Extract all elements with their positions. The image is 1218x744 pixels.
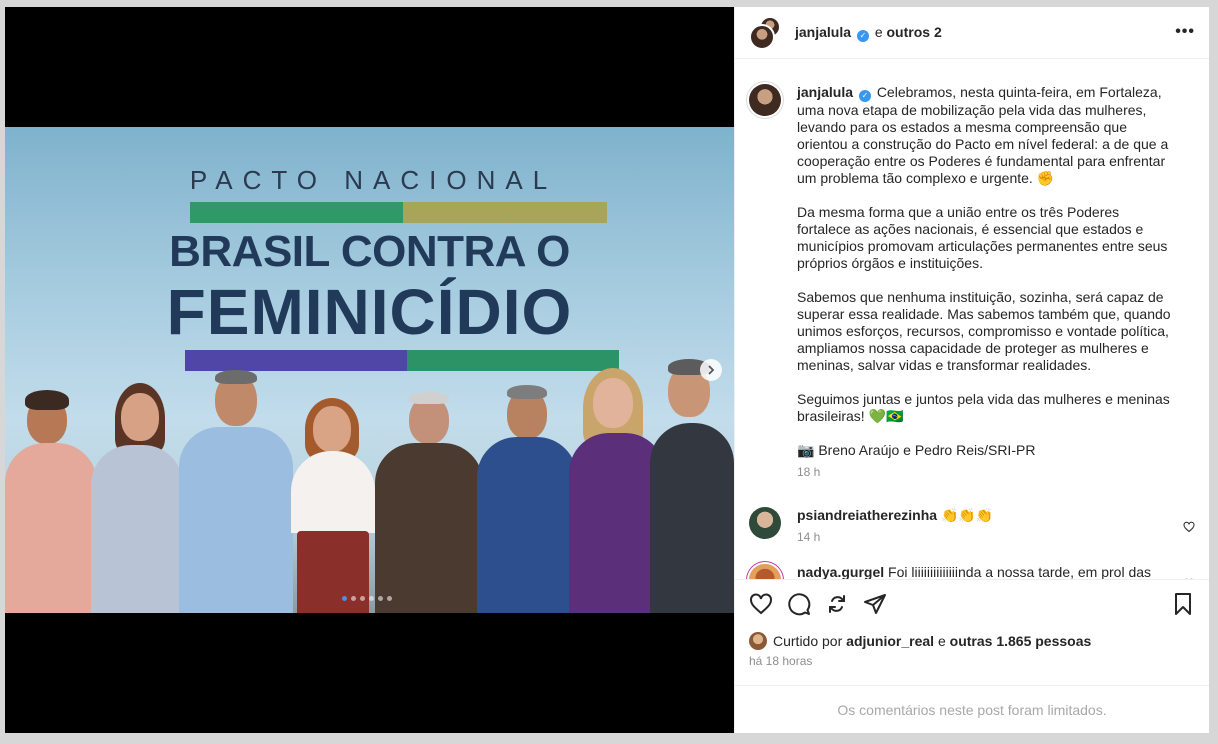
post-authors: janjalula ✓ e outros 2: [795, 24, 942, 42]
chevron-right-icon: [708, 365, 715, 375]
verified-badge-icon: ✓: [856, 29, 869, 42]
caption-avatar[interactable]: [749, 84, 781, 116]
caption-username[interactable]: janjalula: [797, 84, 853, 100]
caption-paragraph-5: 📷 Breno Araújo e Pedro Reis/SRI-PR: [797, 442, 1036, 458]
comments-list[interactable]: janjalula ✓ Celebramos, nesta quinta-fei…: [735, 60, 1209, 579]
comment-username[interactable]: psiandreiatherezinha: [797, 507, 937, 523]
comment-item: psiandreiatherezinha 👏👏👏 14 h: [749, 507, 1195, 544]
post-header: janjalula ✓ e outros 2 •••: [735, 7, 1209, 59]
coauthors-link[interactable]: outros 2: [887, 24, 942, 40]
post-date: há 18 horas: [749, 654, 813, 668]
caption-time: 18 h: [797, 465, 821, 479]
carousel-dot: [387, 596, 392, 601]
carousel-dot: [378, 596, 383, 601]
save-bookmark-icon[interactable]: [1171, 592, 1195, 616]
likes-connector: e: [937, 633, 946, 649]
caption-paragraph-1: Celebramos, nesta quinta-feira, em Forta…: [797, 84, 1169, 186]
share-send-icon[interactable]: [863, 592, 887, 616]
comment-avatar[interactable]: [749, 564, 781, 579]
comment-bubble-icon[interactable]: [787, 592, 811, 616]
caption-paragraph-4: Seguimos juntas e juntos pela vida das m…: [797, 391, 1170, 424]
person-4: [287, 398, 379, 613]
comment-time: 14 h: [797, 530, 821, 544]
comment-username[interactable]: nadya.gurgel: [797, 564, 884, 579]
remix-repost-icon[interactable]: [825, 592, 849, 616]
other-likers-link[interactable]: outras 1.865 pessoas: [950, 633, 1092, 649]
carousel-indicator: [342, 596, 392, 601]
caption: janjalula ✓ Celebramos, nesta quinta-fei…: [749, 84, 1195, 479]
caption-paragraph-3: Sabemos que nenhuma instituição, sozinha…: [797, 289, 1171, 373]
post-modal: PACTO NACIONAL BRASIL CONTRA O FEMINICÍD…: [5, 7, 1209, 733]
person-5: [373, 388, 485, 613]
carousel-next-button[interactable]: [700, 359, 722, 381]
like-heart-icon[interactable]: [749, 592, 773, 616]
comment-item: nadya.gurgel Foi liiiiiiiiiiiiiinda a no…: [749, 564, 1195, 579]
caption-paragraph-2: Da mesma forma que a união entre os três…: [797, 204, 1168, 271]
authors-connector: e: [874, 23, 883, 40]
post-media: PACTO NACIONAL BRASIL CONTRA O FEMINICÍD…: [5, 7, 734, 733]
person-8: [650, 357, 734, 613]
liker-avatar[interactable]: [749, 632, 767, 650]
caption-text: janjalula ✓ Celebramos, nesta quinta-fei…: [797, 84, 1172, 187]
event-banner: PACTO NACIONAL BRASIL CONTRA O FEMINICÍD…: [5, 127, 734, 387]
verified-badge-icon: ✓: [858, 90, 871, 102]
comment-text: Foi liiiiiiiiiiiiiinda a nossa tarde, em…: [888, 564, 1152, 579]
post-photo[interactable]: PACTO NACIONAL BRASIL CONTRA O FEMINICÍD…: [5, 127, 734, 613]
likes-summary: Curtido por adjunior_real e outras 1.865…: [749, 632, 1091, 650]
comments-limited-notice: Os comentários neste post foram limitado…: [735, 685, 1209, 733]
post-actions: Curtido por adjunior_real e outras 1.865…: [735, 579, 1209, 685]
banner-stripe-green: [190, 202, 403, 223]
banner-headline-2: FEMINICÍDIO: [166, 276, 573, 348]
person-1: [5, 388, 100, 613]
like-comment-heart-icon[interactable]: [1183, 521, 1195, 533]
comment-text: 👏👏👏: [940, 507, 994, 523]
banner-headline-1: BRASIL CONTRA O: [169, 227, 570, 276]
banner-title: PACTO NACIONAL: [189, 165, 558, 195]
more-options-icon[interactable]: •••: [1175, 23, 1195, 41]
post-side-panel: janjalula ✓ e outros 2 ••• janjalula ✓ C…: [734, 7, 1209, 733]
liker-username[interactable]: adjunior_real: [846, 633, 934, 649]
comment-avatar[interactable]: [749, 507, 781, 539]
person-3: [177, 368, 295, 613]
carousel-dot: [360, 596, 365, 601]
author-username[interactable]: janjalula: [795, 24, 851, 40]
banner-stripe-gold: [403, 202, 607, 223]
person-2: [87, 383, 187, 613]
author-avatars[interactable]: [749, 15, 783, 50]
carousel-dot: [351, 596, 356, 601]
carousel-dot: [369, 596, 374, 601]
carousel-dot: [342, 596, 347, 601]
likes-prefix: Curtido por: [773, 633, 843, 649]
